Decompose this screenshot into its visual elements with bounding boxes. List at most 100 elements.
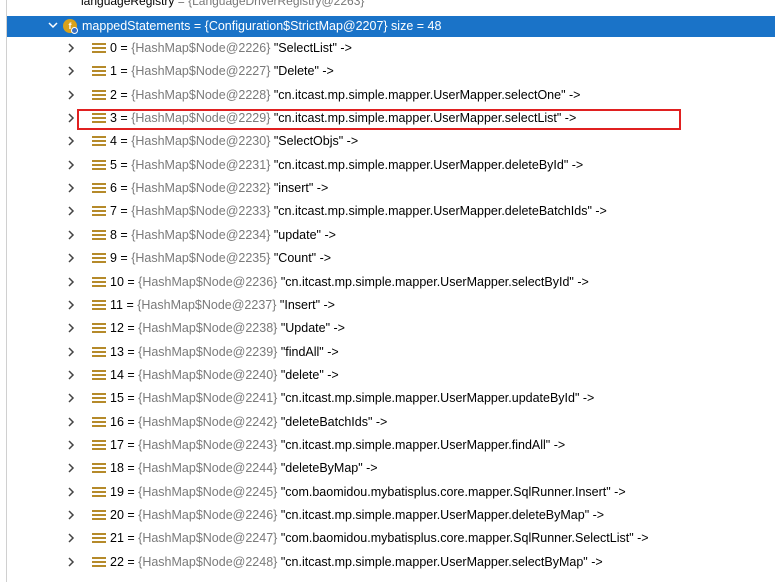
entry-value: "delete" -> xyxy=(280,367,339,382)
chevron-right-icon[interactable] xyxy=(67,416,77,428)
map-entry-row[interactable]: 18 = {HashMap$Node@2244} "deleteByMap" -… xyxy=(7,457,775,480)
map-entry-row[interactable]: 5 = {HashMap$Node@2231} "cn.itcast.mp.si… xyxy=(7,154,775,177)
list-entry-icon xyxy=(92,136,106,147)
map-entry-row[interactable]: 6 = {HashMap$Node@2232} "insert" -> xyxy=(7,177,775,200)
list-entry-icon xyxy=(92,66,106,77)
entry-equals: = xyxy=(116,227,132,242)
map-entry-row[interactable]: 20 = {HashMap$Node@2246} "cn.itcast.mp.s… xyxy=(7,504,775,527)
chevron-right-icon[interactable] xyxy=(67,112,77,124)
map-entry-row[interactable]: 13 = {HashMap$Node@2239} "findAll" -> xyxy=(7,341,775,364)
chevron-right-icon[interactable] xyxy=(67,252,77,264)
map-entry-row[interactable]: 22 = {HashMap$Node@2248} "cn.itcast.mp.s… xyxy=(7,551,775,574)
list-entry-icon xyxy=(92,463,106,474)
entry-value: "cn.itcast.mp.simple.mapper.UserMapper.s… xyxy=(280,274,589,289)
map-entry-row[interactable]: 15 = {HashMap$Node@2241} "cn.itcast.mp.s… xyxy=(7,387,775,410)
entry-index: 2 xyxy=(110,87,117,102)
chevron-right-icon[interactable] xyxy=(67,509,77,521)
chevron-right-icon[interactable] xyxy=(67,462,77,474)
map-entry-row[interactable]: 0 = {HashMap$Node@2226} "SelectList" -> xyxy=(7,37,775,60)
map-entry-row[interactable]: 3 = {HashMap$Node@2229} "cn.itcast.mp.si… xyxy=(7,107,775,130)
chevron-down-icon[interactable] xyxy=(48,19,60,33)
entry-value: "cn.itcast.mp.simple.mapper.UserMapper.s… xyxy=(273,111,577,126)
entry-text: 4 = {HashMap$Node@2230} "SelectObjs" -> xyxy=(110,134,358,148)
chevron-right-icon[interactable] xyxy=(67,532,77,544)
list-entry-icon xyxy=(92,369,106,381)
map-entry-row[interactable]: 9 = {HashMap$Node@2235} "Count" -> xyxy=(7,247,775,270)
entry-index: 15 xyxy=(110,391,124,406)
entry-ref: {HashMap$Node@2229} xyxy=(131,111,271,126)
chevron-right-icon[interactable] xyxy=(67,135,77,147)
chevron-right-icon[interactable] xyxy=(67,299,77,311)
entry-equals: = xyxy=(116,87,132,102)
entry-text: 1 = {HashMap$Node@2227} "Delete" -> xyxy=(110,64,334,78)
entry-ref: {HashMap$Node@2231} xyxy=(131,157,271,172)
entry-text: 22 = {HashMap$Node@2248} "cn.itcast.mp.s… xyxy=(110,555,603,569)
chevron-right-icon[interactable] xyxy=(67,182,77,194)
entry-text: 14 = {HashMap$Node@2240} "delete" -> xyxy=(110,368,339,382)
entry-equals: = xyxy=(123,461,139,476)
entry-text: 2 = {HashMap$Node@2228} "cn.itcast.mp.si… xyxy=(110,88,580,102)
entry-index: 5 xyxy=(110,157,117,172)
chevron-right-icon[interactable] xyxy=(67,322,77,334)
chevron-right-icon[interactable] xyxy=(67,486,77,498)
map-entry-row[interactable]: 7 = {HashMap$Node@2233} "cn.itcast.mp.si… xyxy=(7,200,775,223)
map-entry-row[interactable]: 21 = {HashMap$Node@2247} "com.baomidou.m… xyxy=(7,527,775,550)
entry-index: 16 xyxy=(110,414,124,429)
entry-index: 11 xyxy=(110,297,123,312)
map-entry-row[interactable]: 4 = {HashMap$Node@2230} "SelectObjs" -> xyxy=(7,130,775,153)
entry-text: 15 = {HashMap$Node@2241} "cn.itcast.mp.s… xyxy=(110,391,594,405)
entry-equals: = xyxy=(116,251,132,266)
entry-ref: {HashMap$Node@2242} xyxy=(138,414,278,429)
chevron-right-icon[interactable] xyxy=(67,556,77,568)
entry-index: 21 xyxy=(110,531,124,546)
entry-value: "deleteBatchIds" -> xyxy=(280,414,388,429)
chevron-right-icon[interactable] xyxy=(67,89,77,101)
entry-ref: {HashMap$Node@2226} xyxy=(131,41,271,55)
entry-equals: = xyxy=(116,134,132,149)
entry-index: 4 xyxy=(110,134,117,149)
entry-index: 1 xyxy=(110,64,117,79)
map-entry-row[interactable]: 1 = {HashMap$Node@2227} "Delete" -> xyxy=(7,60,775,83)
chevron-right-icon[interactable] xyxy=(67,159,77,171)
list-entry-icon xyxy=(92,299,106,311)
chevron-right-icon[interactable] xyxy=(67,205,77,217)
chevron-right-icon[interactable] xyxy=(67,42,77,54)
list-entry-icon xyxy=(92,159,106,171)
entry-equals: = xyxy=(123,344,139,359)
map-entry-row[interactable]: 2 = {HashMap$Node@2228} "cn.itcast.mp.si… xyxy=(7,84,775,107)
entry-index: 14 xyxy=(110,367,124,382)
list-entry-icon xyxy=(92,89,106,101)
map-entry-row[interactable]: 11 = {HashMap$Node@2237} "Insert" -> xyxy=(7,294,775,317)
chevron-right-icon[interactable] xyxy=(67,229,77,241)
chevron-right-icon[interactable] xyxy=(67,276,77,288)
map-entry-row[interactable]: 12 = {HashMap$Node@2238} "Update" -> xyxy=(7,317,775,340)
entry-ref: {HashMap$Node@2237} xyxy=(137,297,277,312)
chevron-right-icon[interactable] xyxy=(67,439,77,451)
map-entry-row[interactable]: 8 = {HashMap$Node@2234} "update" -> xyxy=(7,224,775,247)
chevron-right-icon[interactable] xyxy=(67,65,77,77)
map-entry-row[interactable]: 10 = {HashMap$Node@2236} "cn.itcast.mp.s… xyxy=(7,271,775,294)
chevron-right-icon[interactable] xyxy=(67,392,77,404)
map-entry-row[interactable]: 17 = {HashMap$Node@2243} "cn.itcast.mp.s… xyxy=(7,434,775,457)
entry-text: 18 = {HashMap$Node@2244} "deleteByMap" -… xyxy=(110,461,378,475)
selected-variable-row[interactable]: f mappedStatements = {Configuration$Stri… xyxy=(7,16,775,37)
entry-text: 10 = {HashMap$Node@2236} "cn.itcast.mp.s… xyxy=(110,275,589,289)
entry-ref: {HashMap$Node@2245} xyxy=(138,484,278,499)
chevron-right-icon[interactable] xyxy=(67,346,77,358)
entry-ref: {HashMap$Node@2235} xyxy=(131,251,271,266)
list-entry-icon xyxy=(92,323,106,334)
chevron-right-icon[interactable] xyxy=(67,369,77,381)
entry-text: 11 = {HashMap$Node@2237} "Insert" -> xyxy=(110,298,335,312)
map-entry-row[interactable]: 16 = {HashMap$Node@2242} "deleteBatchIds… xyxy=(7,411,775,434)
entry-value: "cn.itcast.mp.simple.mapper.UserMapper.u… xyxy=(280,391,595,406)
entry-equals: = xyxy=(123,554,139,569)
list-entry-icon xyxy=(92,533,106,544)
entry-text: 7 = {HashMap$Node@2233} "cn.itcast.mp.si… xyxy=(110,204,607,218)
debugger-variables-tree: languageRegistry = {LanguageDriverRegist… xyxy=(6,0,775,582)
map-entry-row[interactable]: 19 = {HashMap$Node@2245} "com.baomidou.m… xyxy=(7,481,775,504)
field-icon: f xyxy=(63,19,78,34)
previous-row-value: = {LanguageDriverRegistry@2263} xyxy=(177,0,365,8)
map-entry-row[interactable]: 14 = {HashMap$Node@2240} "delete" -> xyxy=(7,364,775,387)
entry-text: 16 = {HashMap$Node@2242} "deleteBatchIds… xyxy=(110,415,387,429)
entry-equals: = xyxy=(123,274,139,289)
